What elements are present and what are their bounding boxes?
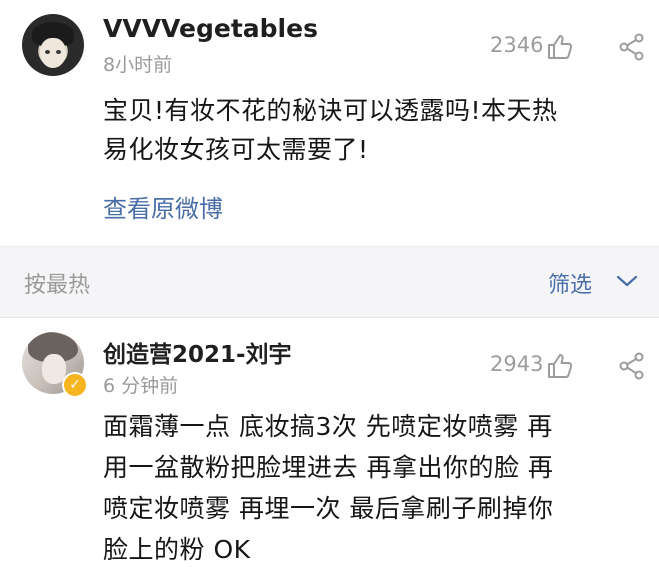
thumbs-up-icon[interactable] <box>545 351 575 381</box>
chevron-down-icon[interactable] <box>614 271 640 291</box>
share-icon[interactable] <box>617 351 647 381</box>
timestamp: 8小时前 <box>103 54 173 76</box>
filter-button[interactable]: 筛选 <box>548 267 592 299</box>
sort-filter-bar: 按最热 筛选 <box>0 246 659 318</box>
original-post: VVVVegetables 8小时前 2346 宝贝!有妆不花的秘诀可以透露吗!… <box>0 0 659 246</box>
comment-text-line: 脸上的粉 OK <box>103 535 251 564</box>
share-icon[interactable] <box>617 32 647 62</box>
comment-text-line: 喷定妆喷雾 再埋一次 最后拿刷子刷掉你 <box>103 494 554 523</box>
view-original-link[interactable]: 查看原微博 <box>103 189 223 224</box>
like-count: 2346 <box>490 33 544 57</box>
comment-text-line: 用一盆散粉把脸埋进去 再拿出你的脸 再 <box>103 453 554 482</box>
comment-text-line: 面霜薄一点 底妆搞3次 先喷定妆喷雾 再 <box>103 412 553 441</box>
verified-badge-icon: ✓ <box>62 372 88 398</box>
post-text-line: 易化妆女孩可太需要了! <box>103 135 369 164</box>
username[interactable]: VVVVegetables <box>103 14 318 43</box>
post-text-line: 宝贝!有妆不花的秘诀可以透露吗!本天热 <box>103 96 558 125</box>
thumbs-up-icon[interactable] <box>545 32 575 62</box>
like-count: 2943 <box>490 352 544 376</box>
sort-hot-toggle[interactable]: 按最热 <box>24 267 90 299</box>
timestamp: 6 分钟前 <box>103 375 179 397</box>
avatar[interactable] <box>22 14 84 76</box>
username[interactable]: 创造营2021-刘宇 <box>103 335 292 369</box>
avatar[interactable]: ✓ <box>22 332 88 398</box>
